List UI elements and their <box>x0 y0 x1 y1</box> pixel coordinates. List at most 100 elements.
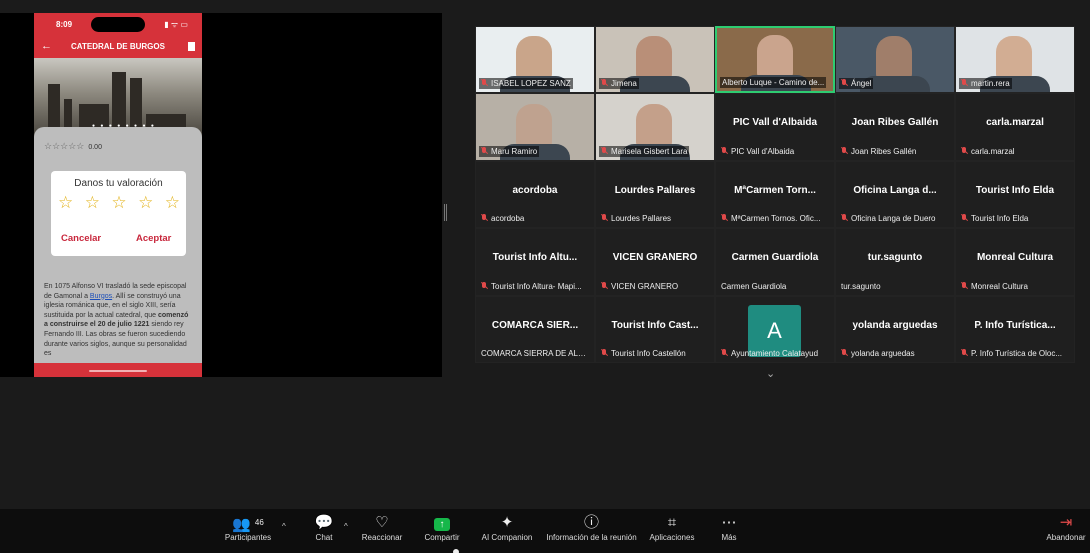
participant-label-text: tur.sagunto <box>841 281 881 291</box>
participant-video <box>996 36 1032 81</box>
participant-tile[interactable]: acordoba acordoba <box>475 160 595 229</box>
participant-name: Monreal Cultura <box>976 252 1054 264</box>
cancel-button[interactable]: Cancelar <box>61 233 101 244</box>
accept-button[interactable]: Aceptar <box>136 233 171 244</box>
participant-label-text: Marisela Gisbert Lara <box>611 146 688 156</box>
muted-mic-icon <box>961 146 967 155</box>
participant-label-text: Tourist Info Altura- Mapi... <box>491 281 582 291</box>
participant-tile[interactable]: Jimena <box>595 26 715 94</box>
participants-caret-icon[interactable]: ^ <box>282 522 286 531</box>
participant-name: Lourdes Pallares <box>614 184 696 196</box>
participant-tile[interactable]: Carmen Guardiola Carmen Guardiola <box>715 228 835 296</box>
star-icon[interactable]: ☆ <box>111 193 126 213</box>
participant-label: Ángel <box>839 78 874 90</box>
participant-tile[interactable]: carla.marzal carla.marzal <box>955 93 1075 161</box>
muted-mic-icon <box>841 146 847 155</box>
participant-name: PIC Vall d'Albaida <box>732 117 818 129</box>
participant-label-text: MªCarmen Tornos. Ofic... <box>731 214 821 224</box>
participant-tile[interactable]: Oficina Langa d... Oficina Langa de Duero <box>835 160 955 229</box>
participants-icon: 👥 46 <box>232 516 264 533</box>
participant-label: COMARCA SIERRA DE ALBA... <box>479 348 593 359</box>
participant-label-text: carla.marzal <box>971 146 1015 156</box>
participant-label: Lourdes Pallares <box>599 213 673 224</box>
split-resize-handle[interactable] <box>444 204 447 221</box>
muted-mic-icon <box>841 348 847 357</box>
sparkle-icon: ✦ <box>500 514 514 531</box>
star-icon[interactable]: ☆ <box>138 193 153 213</box>
rating-star-input[interactable]: ☆ ☆ ☆ ☆ ☆ <box>58 193 180 213</box>
muted-mic-icon <box>961 348 967 357</box>
share-button[interactable]: ↑ Compartir <box>420 513 464 542</box>
participant-tile[interactable]: Tourist Info Elda Tourist Info Elda <box>955 160 1075 229</box>
participant-tile[interactable]: Ángel <box>835 26 955 94</box>
phone-status-bar: 8:09 ▮ ᯤ ▭ <box>34 13 202 36</box>
meeting-toolbar: 👥 46 Participantes ^ 💬 Chat ^ ♡ Reacciona… <box>0 509 1090 553</box>
participant-tile[interactable]: A Ayuntamiento Calatayud <box>715 295 835 363</box>
participant-video <box>876 36 912 81</box>
chevron-down-icon[interactable]: ⌄ <box>766 367 775 380</box>
participant-label-text: acordoba <box>491 214 525 224</box>
chat-label: Chat <box>315 533 333 542</box>
burgos-link[interactable]: Burgos <box>90 293 112 300</box>
participant-tile[interactable]: Alberto Luque - Camino de... <box>715 26 835 94</box>
leave-icon: ⇥ <box>1059 514 1073 531</box>
participant-tile[interactable]: Tourist Info Cast... Tourist Info Castell… <box>595 295 715 363</box>
participant-tile[interactable]: Lourdes Pallares Lourdes Pallares <box>595 160 715 229</box>
apps-button[interactable]: ⌗ Aplicaciones <box>646 513 698 542</box>
shared-screen[interactable]: 8:09 ▮ ᯤ ▭ ← CATEDRAL DE BURGOS ● ● ● ● … <box>0 13 442 377</box>
more-button[interactable]: ⋯ Más <box>714 513 744 542</box>
muted-mic-icon <box>481 146 487 155</box>
map-icon <box>188 42 195 51</box>
star-icon[interactable]: ☆ <box>165 193 180 213</box>
info-icon: ⓘ <box>583 514 599 531</box>
participant-name: Tourist Info Altu... <box>492 252 578 264</box>
participant-tile[interactable]: ISABEL LOPEZ SANZ <box>475 26 595 94</box>
react-button[interactable]: ♡ Reaccionar <box>358 513 406 542</box>
participant-name: Joan Ribes Gallén <box>851 117 939 129</box>
participant-label: Carmen Guardiola <box>719 281 788 292</box>
participant-tile[interactable]: P. Info Turística... P. Info Turística de… <box>955 295 1075 363</box>
phone-time: 8:09 <box>56 20 73 29</box>
muted-mic-icon <box>601 214 607 222</box>
participant-tile[interactable]: MªCarmen Torn... MªCarmen Tornos. Ofic... <box>715 160 835 229</box>
app-title: CATEDRAL DE BURGOS <box>71 42 165 51</box>
more-label: Más <box>721 533 737 542</box>
meeting-info-button[interactable]: ⓘ Información de la reunión <box>543 513 640 542</box>
participant-label-text: Tourist Info Elda <box>971 214 1029 224</box>
signal-wifi-battery-icon: ▮ ᯤ ▭ <box>164 20 188 29</box>
share-indicator-dot <box>453 549 459 553</box>
participant-video <box>757 35 793 80</box>
chat-button[interactable]: 💬 Chat <box>308 513 340 542</box>
rating-stars: ☆☆☆☆☆ 0.00 <box>44 141 102 151</box>
chat-icon: 💬 <box>314 514 334 531</box>
muted-mic-icon <box>481 79 487 87</box>
participant-tile[interactable]: PIC Vall d'Albaida PIC Vall d'Albaida <box>715 93 835 161</box>
leave-button[interactable]: ⇥ Abandonar <box>1044 513 1088 542</box>
ai-companion-button[interactable]: ✦ AI Companion <box>478 513 536 542</box>
participant-tile[interactable]: Tourist Info Altu... Tourist Info Altura-… <box>475 228 595 296</box>
participant-name: MªCarmen Torn... <box>734 184 816 196</box>
participant-tile[interactable]: tur.sagunto tur.sagunto <box>835 228 955 296</box>
chat-caret-icon[interactable]: ^ <box>344 522 348 531</box>
participant-tile[interactable]: COMARCA SIER... COMARCA SIERRA DE ALBA... <box>475 295 595 363</box>
star-icon[interactable]: ☆ <box>58 193 73 213</box>
participant-label: carla.marzal <box>959 146 1017 157</box>
participant-tile[interactable]: VICEN GRANERO VICEN GRANERO <box>595 228 715 296</box>
participants-button[interactable]: 👥 46 Participantes <box>222 513 274 542</box>
participant-tile[interactable]: Maru Ramiro <box>475 93 595 161</box>
apps-icon: ⌗ <box>667 514 677 531</box>
participant-tile[interactable]: Monreal Cultura Monreal Cultura <box>955 228 1075 296</box>
participant-label: MªCarmen Tornos. Ofic... <box>719 213 823 224</box>
participant-tile[interactable]: Joan Ribes Gallén Joan Ribes Gallén <box>835 93 955 161</box>
participant-label-text: P. Info Turística de Oloc... <box>971 348 1063 358</box>
participant-label-text: Oficina Langa de Duero <box>851 214 936 224</box>
participant-name: COMARCA SIER... <box>491 319 579 331</box>
participant-tile[interactable]: Marisela Gisbert Lara <box>595 93 715 161</box>
participant-name: VICEN GRANERO <box>612 252 698 264</box>
participant-tile[interactable]: martin.rera <box>955 26 1075 94</box>
muted-mic-icon <box>841 79 847 87</box>
participant-tile[interactable]: yolanda arguedas yolanda arguedas <box>835 295 955 363</box>
star-icon[interactable]: ☆ <box>85 193 100 213</box>
phone-dynamic-island <box>91 17 145 32</box>
ai-companion-label: AI Companion <box>481 533 533 542</box>
